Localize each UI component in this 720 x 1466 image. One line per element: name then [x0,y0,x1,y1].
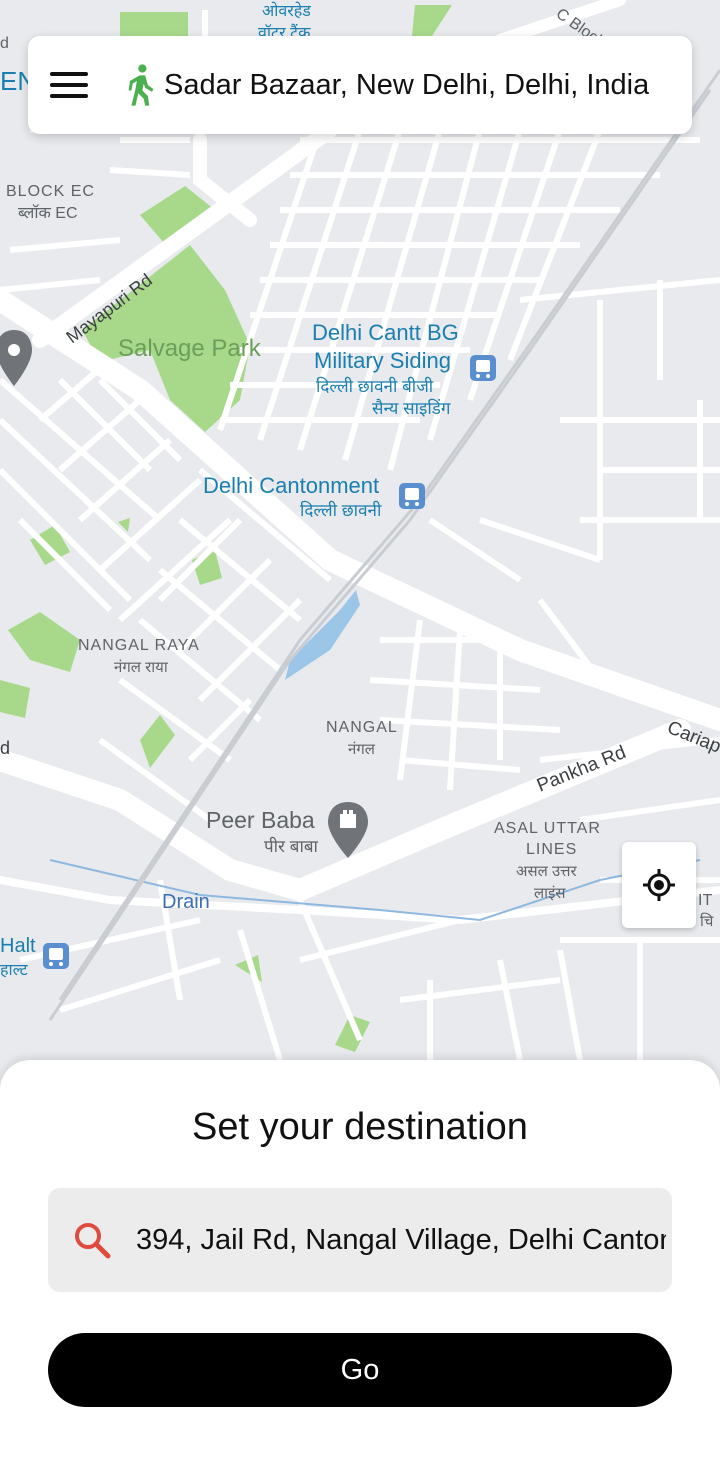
go-button[interactable]: Go [48,1333,672,1407]
transit-station-icon[interactable] [399,483,425,509]
label-asal-uttar-hi: असल उत्तर [516,863,578,880]
transit-station-icon[interactable] [43,943,69,969]
label-nangal-raya: NANGAL RAYA [78,637,200,654]
transit-station-icon[interactable] [470,355,496,381]
label-asal-uttar: ASAL UTTAR [494,820,601,837]
label-left-d: d [0,35,9,52]
label-delhi-cantt-bg-hi: दिल्ली छावनी बीजी [316,376,434,396]
label-nangal-raya-hi: नंगल राया [114,659,169,676]
label-block-ec: BLOCK EC [6,183,95,200]
my-location-crosshair-icon [643,869,675,901]
destination-field[interactable] [48,1188,672,1292]
search-icon [75,1223,111,1259]
my-location-button[interactable] [622,842,696,928]
label-nangal-hi: नंगल [348,741,376,758]
destination-input[interactable] [136,1223,666,1257]
label-left-d2: d [0,738,10,758]
label-peer-baba: Peer Baba [206,807,315,833]
label-delhi-cantonment-hi: दिल्ली छावनी [300,500,382,520]
label-halt: Halt [0,935,36,957]
hamburger-menu-icon[interactable] [50,62,96,108]
label-block-ec-hi: ब्लॉक EC [18,204,78,222]
map-canvas[interactable]: ओवरहेड वॉटर टैंक C Block d EN BLOCK EC ब… [0,0,720,1090]
current-location-text: Sadar Bazaar, New Delhi, Delhi, India [164,68,650,101]
map-view[interactable]: ओवरहेड वॉटर टैंक C Block d EN BLOCK EC ब… [0,0,720,1090]
label-delhi-cantt-bg: Delhi Cantt BG [312,320,459,345]
label-halt-hi: हाल्ट [0,962,29,979]
label-right-it: IT [698,892,712,909]
walking-person-icon [128,64,154,106]
label-salvage-park: Salvage Park [118,335,262,362]
label-asal-uttar-lines-hi: लाइंस [534,885,566,902]
label-drain: Drain [162,891,210,913]
label-nangal: NANGAL [326,719,398,736]
label-peer-baba-hi: पीर बाबा [264,836,319,856]
label-overhead-tank: ओवरहेड [262,1,311,20]
destination-sheet: Set your destination Go [0,1060,720,1466]
label-military-siding-hi: सैन्य साइडिंग [372,398,451,418]
label-right-chi: चि [700,912,714,930]
label-asal-uttar-lines: LINES [526,841,577,858]
sheet-title: Set your destination [192,1106,528,1148]
label-delhi-cantonment: Delhi Cantonment [203,473,379,498]
label-military-siding: Military Siding [314,348,451,373]
current-location-bar[interactable]: Sadar Bazaar, New Delhi, Delhi, India [28,36,692,134]
